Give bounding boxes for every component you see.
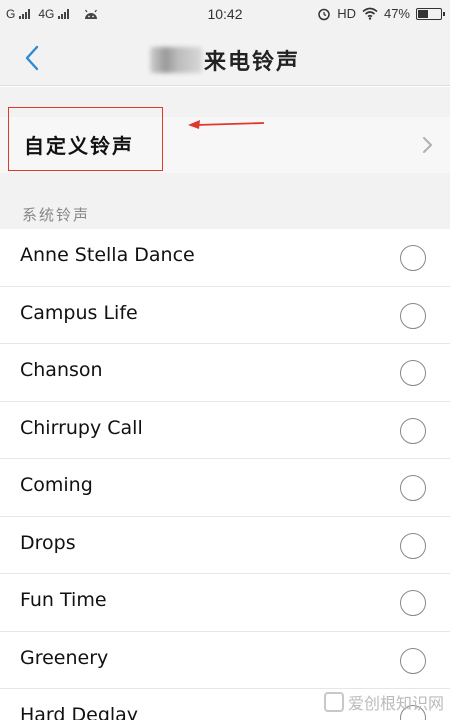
ringtone-name: Greenery [20,646,109,669]
arrow-annotation-icon [188,120,265,129]
alarm-icon [318,8,330,20]
list-item[interactable]: Coming [0,459,450,517]
watermark: 爱创根知识网 [323,690,444,714]
list-item[interactable]: Campus Life [0,287,450,344]
radio-button[interactable] [400,360,426,386]
redacted-blur [150,47,202,73]
page-title-text: 来电铃声 [204,49,301,75]
chevron-right-icon [423,137,432,153]
battery-level [418,9,428,18]
watermark-text: 爱创根知识网 [347,694,444,713]
radio-button[interactable] [400,647,426,674]
radio-button[interactable] [400,245,426,271]
ringtone-name: Fun Time [20,589,107,611]
ringtone-name: Drops [20,531,76,554]
list-item[interactable]: Drops [0,517,450,574]
list-item[interactable]: Fun Time [0,574,450,632]
radio-button[interactable] [400,590,426,616]
battery-icon [416,7,445,20]
ringtone-list: Anne Stella Dance Campus Life Chanson Ch… [0,229,450,720]
network-type: HD [337,6,356,21]
status-bar: G 4G 10:42 HD 47% [0,0,450,30]
status-icons: HD 47% [317,6,445,21]
ringtone-name: Coming [20,474,93,496]
ringtone-name: Hard Deglay [20,704,139,720]
header: 来电铃声 [0,30,450,86]
watermark-logo-icon [323,692,344,712]
back-button[interactable] [16,42,48,74]
list-item[interactable]: Greenery [0,632,450,689]
ringtone-name: Chanson [20,359,103,381]
radio-button[interactable] [400,417,426,444]
ringtone-name: Anne Stella Dance [20,244,195,266]
list-item[interactable]: Anne Stella Dance [0,229,450,287]
list-item[interactable]: Chirrupy Call [0,402,450,459]
highlight-box-annotation [8,107,163,171]
page-title: 来电铃声 [150,44,300,76]
ringtone-name: Chirrupy Call [20,416,143,439]
radio-button[interactable] [400,475,426,501]
list-item[interactable]: Chanson [0,344,450,402]
wifi-icon [362,7,378,20]
radio-button[interactable] [400,532,426,559]
radio-button[interactable] [400,302,426,329]
ringtone-name: Campus Life [20,301,138,324]
chevron-left-icon [25,45,39,71]
section-header: 系统铃声 [22,206,91,224]
battery-percent: 47% [383,6,410,21]
